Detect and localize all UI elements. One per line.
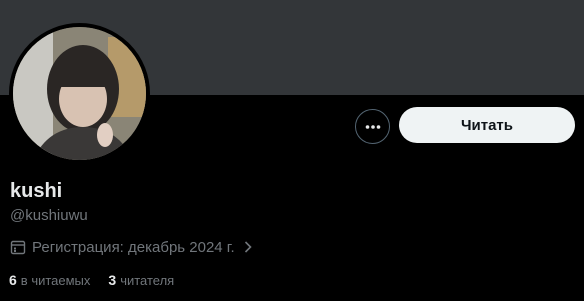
profile-stats: 6 в читаемых 3 читателя	[9, 272, 174, 288]
followers-count: 3	[108, 272, 117, 288]
joined-date-text: Регистрация: декабрь 2024 г.	[32, 238, 235, 256]
follow-button[interactable]: Читать	[399, 107, 575, 143]
followers-label: читателя	[120, 273, 175, 288]
avatar[interactable]	[9, 23, 150, 164]
more-options-button[interactable]	[355, 109, 390, 144]
profile-header: Читать kushi @kushiuwu Регистрация: дека…	[0, 0, 584, 301]
chevron-right-icon	[243, 240, 253, 254]
display-name: kushi	[10, 180, 63, 202]
joined-date[interactable]: Регистрация: декабрь 2024 г.	[10, 238, 253, 256]
user-handle: @kushiuwu	[10, 207, 88, 224]
avatar-photo	[13, 27, 146, 160]
following-link[interactable]: 6 в читаемых	[9, 272, 90, 288]
calendar-icon	[10, 239, 26, 255]
following-label: в читаемых	[20, 273, 91, 288]
following-count: 6	[9, 272, 17, 288]
followers-link[interactable]: 3 читателя	[108, 272, 174, 288]
more-horizontal-icon	[365, 124, 380, 129]
